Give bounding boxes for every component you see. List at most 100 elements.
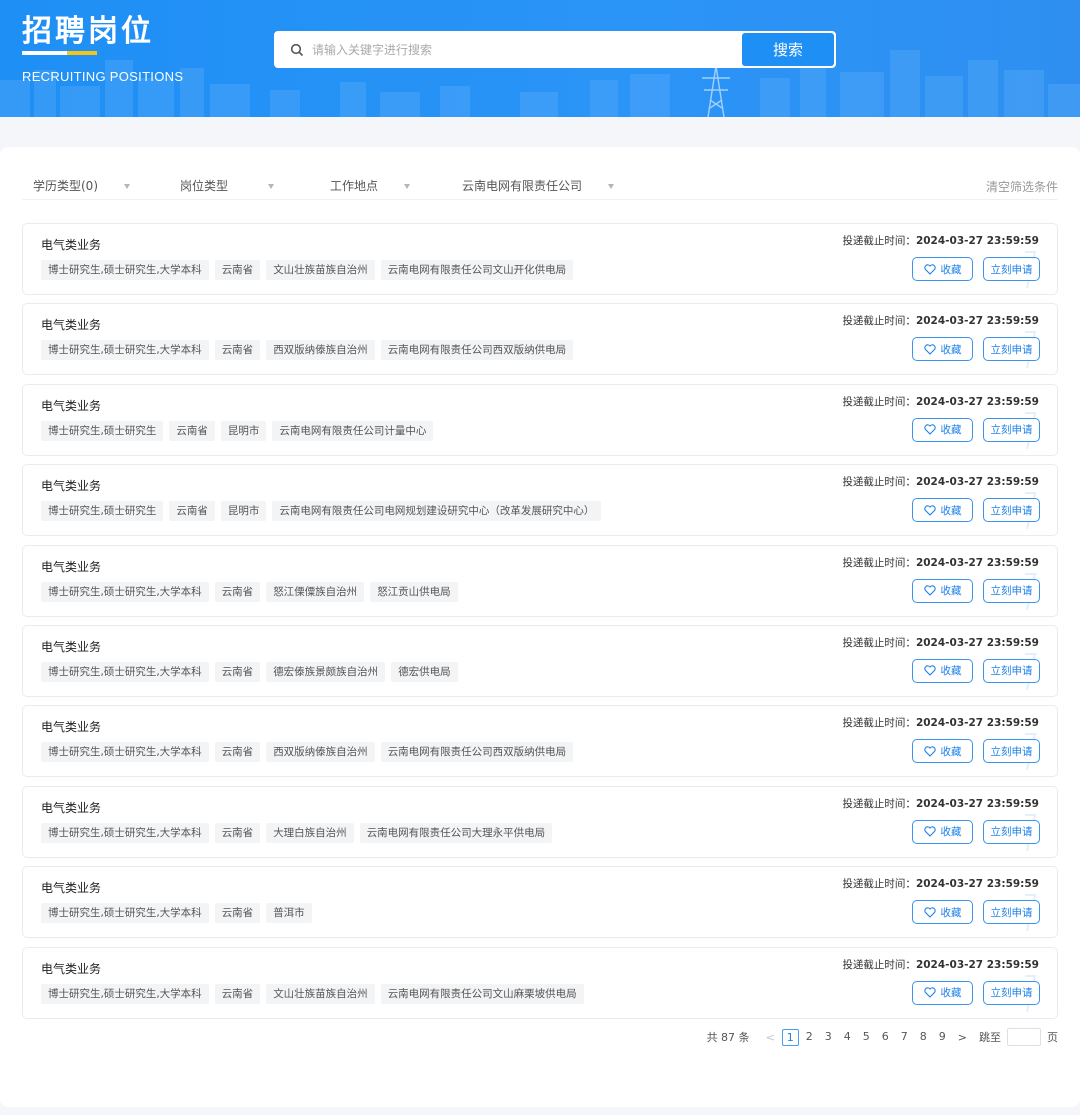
job-card[interactable]: 电气类业务 博士研究生,硕士研究生,大学本科 云南省 怒江傈僳族自治州 怒江贡山供电局… <box>22 544 1058 617</box>
job-title[interactable]: 电气类业务 <box>41 477 101 494</box>
clear-filters-link[interactable]: 清空筛选条件 <box>986 178 1058 195</box>
job-tag: 博士研究生,硕士研究生 <box>41 420 164 441</box>
filter-company[interactable]: 云南电网有限责任公司 <box>462 177 615 194</box>
job-card[interactable]: 电气类业务 博士研究生,硕士研究生,大学本科 云南省 德宏傣族景颇族自治州 德宏供电局… <box>22 624 1058 697</box>
favorite-button[interactable]: 收藏 <box>912 658 973 683</box>
next-page-button[interactable]: > <box>958 1031 967 1044</box>
page-suffix: 页 <box>1047 1031 1058 1044</box>
apply-button[interactable]: 立刻申请 <box>983 578 1040 603</box>
page-number[interactable]: 4 <box>839 1029 856 1046</box>
job-tag: 博士研究生,硕士研究生,大学本科 <box>41 822 209 843</box>
page-subtitle: RECRUITING POSITIONS <box>22 69 184 84</box>
job-tag: 博士研究生,硕士研究生,大学本科 <box>41 340 209 361</box>
page-number[interactable]: 8 <box>915 1029 932 1046</box>
apply-button[interactable]: 立刻申请 <box>983 980 1040 1005</box>
job-tag: 昆明市 <box>220 420 267 441</box>
job-tag: 博士研究生,硕士研究生,大学本科 <box>41 903 209 924</box>
job-title[interactable]: 电气类业务 <box>41 236 101 253</box>
job-tag: 博士研究生,硕士研究生,大学本科 <box>41 260 209 280</box>
job-tag: 云南省 <box>169 420 215 441</box>
job-title[interactable]: 电气类业务 <box>41 879 101 896</box>
job-tags: 博士研究生,硕士研究生 云南省 昆明市 云南电网有限责任公司电网规划建设研究中心（改革… <box>41 501 602 522</box>
job-deadline: 投递截止时间：2024-03-27 23:59:59 <box>842 797 1039 810</box>
caret-down-icon <box>608 184 615 189</box>
favorite-button[interactable]: 收藏 <box>912 417 973 442</box>
prev-page-button[interactable]: < <box>766 1031 775 1044</box>
filter-bar: 学历类型(0) 岗位类型 工作地点 云南电网有限责任公司 清空筛选条件 <box>22 170 1058 200</box>
job-title[interactable]: 电气类业务 <box>41 718 101 735</box>
job-deadline: 投递截止时间：2024-03-27 23:59:59 <box>842 958 1039 971</box>
page-number[interactable]: 9 <box>934 1029 951 1046</box>
favorite-button[interactable]: 收藏 <box>912 980 973 1005</box>
search-button[interactable]: 搜索 <box>742 33 834 66</box>
job-tag: 云南省 <box>214 822 261 843</box>
job-tag: 云南省 <box>214 661 261 682</box>
favorite-button[interactable]: 收藏 <box>912 819 973 844</box>
job-deadline: 投递截止时间：2024-03-27 23:59:59 <box>842 315 1039 328</box>
job-tag: 德宏傣族景颇族自治州 <box>266 661 386 682</box>
job-title[interactable]: 电气类业务 <box>41 638 101 655</box>
filter-location[interactable]: 工作地点 <box>330 177 411 194</box>
job-title[interactable]: 电气类业务 <box>41 397 101 414</box>
job-tags: 博士研究生,硕士研究生,大学本科 云南省 文山壮族苗族自治州 云南电网有限责任公司文山… <box>41 983 584 1004</box>
job-card[interactable]: 电气类业务 博士研究生,硕士研究生 云南省 昆明市 云南电网有限责任公司计量中心 投递… <box>22 383 1058 456</box>
job-title[interactable]: 电气类业务 <box>41 316 101 333</box>
favorite-button[interactable]: 收藏 <box>912 739 973 764</box>
page-number[interactable]: 3 <box>820 1029 837 1046</box>
page-number[interactable]: 7 <box>896 1029 913 1046</box>
page-number[interactable]: 6 <box>877 1029 894 1046</box>
job-card[interactable]: 电气类业务 博士研究生,硕士研究生,大学本科 云南省 西双版纳傣族自治州 云南电网有限… <box>22 303 1058 376</box>
job-card[interactable]: 电气类业务 博士研究生,硕士研究生,大学本科 云南省 普洱市 投递截止时间：2024… <box>22 866 1058 939</box>
page-title: 招聘岗位 <box>22 14 154 49</box>
caret-down-icon <box>124 184 130 189</box>
job-tag: 云南电网有限责任公司电网规划建设研究中心（改革发展研究中心） <box>272 501 602 522</box>
job-tags: 博士研究生,硕士研究生,大学本科 云南省 大理白族自治州 云南电网有限责任公司大理永平… <box>41 822 553 843</box>
search-icon <box>290 43 304 57</box>
apply-button[interactable]: 立刻申请 <box>983 658 1040 683</box>
job-title[interactable]: 电气类业务 <box>41 960 101 977</box>
page-number[interactable]: 1 <box>781 1028 799 1046</box>
apply-button[interactable]: 立刻申请 <box>983 257 1040 281</box>
page-number[interactable]: 5 <box>858 1029 875 1046</box>
job-title[interactable]: 电气类业务 <box>41 799 101 816</box>
job-tag: 博士研究生,硕士研究生,大学本科 <box>41 742 209 763</box>
job-tag: 博士研究生,硕士研究生,大学本科 <box>41 983 209 1004</box>
job-tags: 博士研究生,硕士研究生,大学本科 云南省 西双版纳傣族自治州 云南电网有限责任公司西双… <box>41 340 574 361</box>
jump-page-input[interactable] <box>1007 1028 1041 1046</box>
apply-button[interactable]: 立刻申请 <box>983 819 1040 844</box>
apply-button[interactable]: 立刻申请 <box>983 337 1040 362</box>
apply-button[interactable]: 立刻申请 <box>983 900 1040 925</box>
apply-button[interactable]: 立刻申请 <box>983 739 1040 764</box>
favorite-button[interactable]: 收藏 <box>912 257 973 281</box>
job-deadline: 投递截止时间：2024-03-27 23:59:59 <box>842 636 1039 649</box>
job-tag: 云南电网有限责任公司文山开化供电局 <box>380 260 574 280</box>
job-tag: 德宏供电局 <box>391 661 458 682</box>
job-card[interactable]: 电气类业务 博士研究生,硕士研究生,大学本科 云南省 文山壮族苗族自治州 云南电网有限… <box>22 946 1058 1019</box>
apply-button[interactable]: 立刻申请 <box>983 498 1040 523</box>
favorite-button[interactable]: 收藏 <box>912 578 973 603</box>
filter-post-type[interactable]: 岗位类型 <box>180 177 275 194</box>
job-card[interactable]: 电气类业务 博士研究生,硕士研究生,大学本科 云南省 大理白族自治州 云南电网有限责任… <box>22 785 1058 858</box>
filter-education[interactable]: 学历类型(0) <box>33 177 130 194</box>
pagination: 共 87 条 < 123456789 > 跳至 页 <box>707 1027 1058 1047</box>
apply-button[interactable]: 立刻申请 <box>983 417 1040 442</box>
heart-icon <box>923 585 936 596</box>
favorite-button[interactable]: 收藏 <box>912 900 973 925</box>
heart-icon <box>923 665 936 677</box>
favorite-button[interactable]: 收藏 <box>912 498 973 523</box>
job-tag: 云南电网有限责任公司文山麻栗坡供电局 <box>380 983 584 1004</box>
job-tag: 西双版纳傣族自治州 <box>266 340 375 361</box>
job-card[interactable]: 电气类业务 博士研究生,硕士研究生,大学本科 云南省 文山壮族苗族自治州 云南电网有限… <box>22 223 1058 295</box>
job-tag: 云南省 <box>214 983 261 1004</box>
job-title[interactable]: 电气类业务 <box>41 558 101 575</box>
job-card[interactable]: 电气类业务 博士研究生,硕士研究生 云南省 昆明市 云南电网有限责任公司电网规划建设研… <box>22 464 1058 537</box>
job-tags: 博士研究生,硕士研究生 云南省 昆明市 云南电网有限责任公司计量中心 <box>41 420 434 441</box>
page-number[interactable]: 2 <box>801 1029 818 1046</box>
caret-down-icon <box>404 184 411 189</box>
job-tag: 博士研究生,硕士研究生 <box>41 501 164 522</box>
job-card[interactable]: 电气类业务 博士研究生,硕士研究生,大学本科 云南省 西双版纳傣族自治州 云南电网有限… <box>22 705 1058 778</box>
heart-icon <box>923 746 936 757</box>
job-tag: 云南省 <box>214 742 261 763</box>
favorite-button[interactable]: 收藏 <box>912 337 973 362</box>
search-input[interactable] <box>312 37 732 62</box>
